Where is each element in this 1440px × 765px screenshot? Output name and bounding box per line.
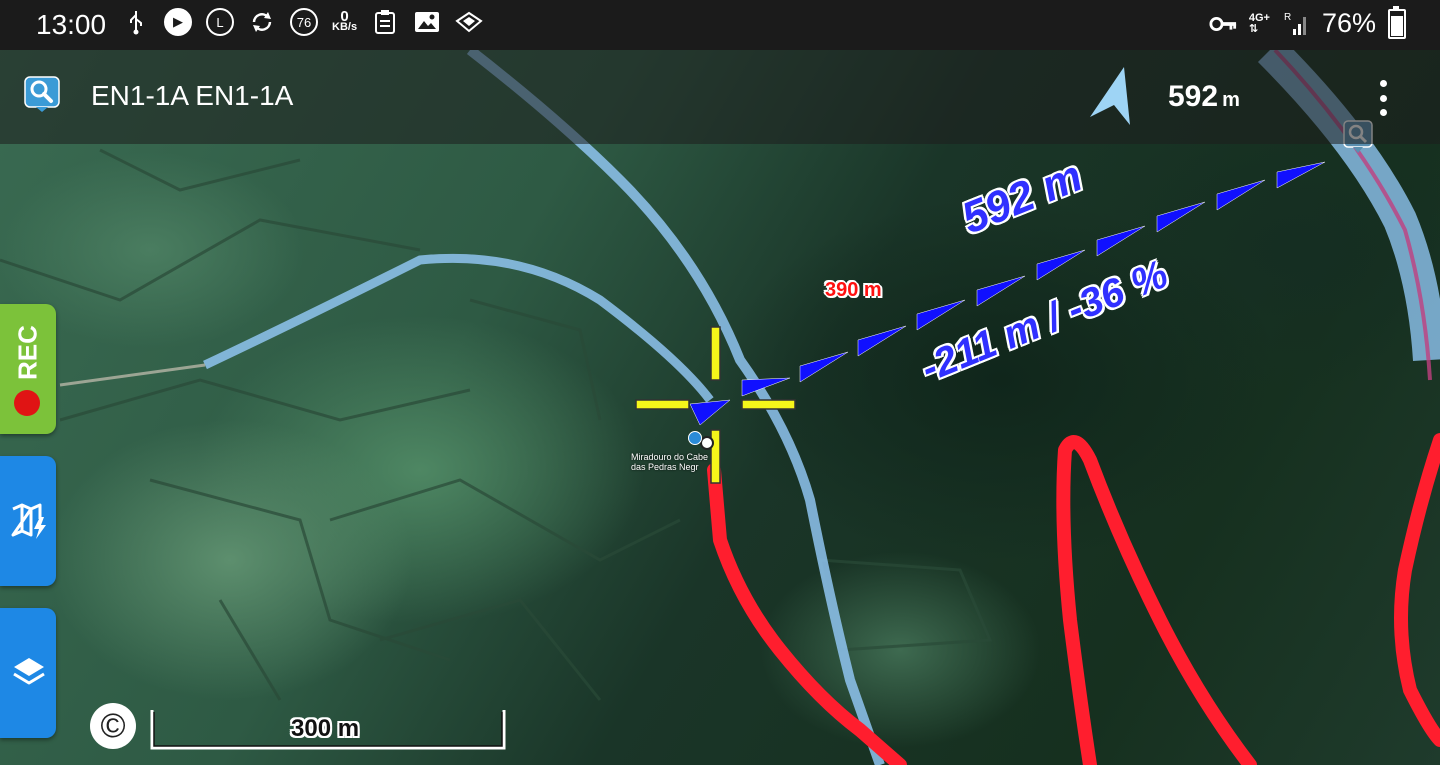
scale-label: 300 m bbox=[291, 715, 360, 742]
signal-icon: R bbox=[1282, 10, 1310, 38]
usb-icon bbox=[122, 8, 150, 36]
navigation-direction-icon[interactable] bbox=[1086, 65, 1136, 129]
map-actions-button[interactable] bbox=[0, 456, 56, 586]
location-l-icon: L bbox=[206, 8, 234, 36]
record-dot-icon bbox=[14, 390, 40, 416]
menu-dot-icon bbox=[1379, 94, 1387, 102]
search-place-icon[interactable] bbox=[24, 76, 60, 112]
record-button[interactable]: REC bbox=[0, 304, 56, 434]
copyright-button[interactable]: © bbox=[90, 703, 136, 749]
network-type: 4G+ ⇅ bbox=[1248, 11, 1270, 35]
app-bar: EN1-1A EN1-1A 592 m bbox=[0, 50, 1440, 144]
app-title: EN1-1A EN1-1A bbox=[91, 80, 294, 111]
poi-label: Miradouro do Cabe das Pedras Negr bbox=[631, 452, 709, 472]
badge-76-icon: 76 bbox=[290, 8, 318, 36]
clipboard-icon bbox=[371, 8, 399, 36]
status-bar: 13:00 ▶ L 76 0 KB/s 4G+ ⇅ R 76% bbox=[0, 0, 1440, 50]
track-point-label: 390 m bbox=[825, 279, 882, 301]
vpn-key-icon bbox=[1209, 10, 1237, 38]
play-icon: ▶ bbox=[164, 8, 192, 36]
copyright-icon: © bbox=[100, 707, 126, 745]
layers-icon bbox=[13, 658, 45, 685]
network-speed: 0 KB/s bbox=[332, 8, 358, 33]
layers-button[interactable] bbox=[0, 608, 56, 738]
cast-wifi-icon bbox=[455, 8, 483, 36]
overflow-menu-button[interactable] bbox=[1368, 78, 1398, 118]
status-time: 13:00 bbox=[36, 9, 107, 40]
target-distance: 592 m bbox=[1168, 80, 1240, 113]
record-label: REC bbox=[12, 325, 43, 381]
menu-dot-icon bbox=[1379, 80, 1387, 87]
sync-icon bbox=[248, 8, 276, 36]
image-icon bbox=[413, 8, 441, 36]
menu-dot-icon bbox=[1379, 109, 1387, 116]
svg-text:R: R bbox=[1284, 12, 1291, 23]
battery-icon bbox=[1388, 5, 1406, 39]
battery-percent: 76% bbox=[1321, 8, 1376, 38]
map-lightning-icon bbox=[11, 503, 46, 539]
poi-pin-icon[interactable] bbox=[688, 431, 702, 445]
